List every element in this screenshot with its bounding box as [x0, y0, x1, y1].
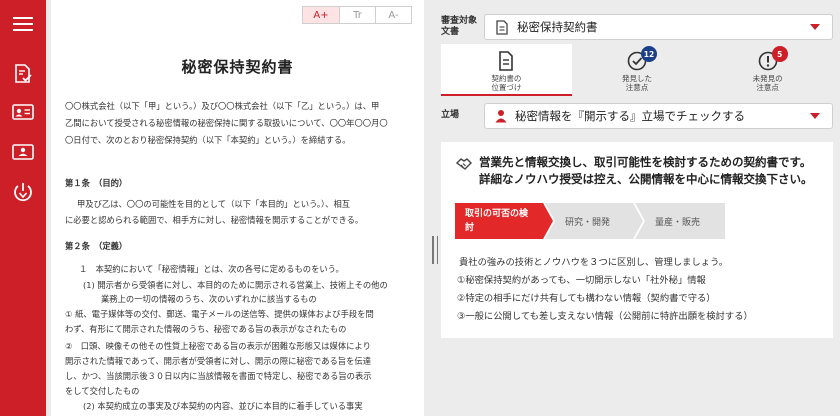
menu-button[interactable]: [0, 4, 46, 44]
document-title: 秘密保持契約書: [181, 58, 294, 76]
chevron-down-icon: [810, 24, 820, 30]
font-size-toolbar: A+ Tr A-: [302, 6, 412, 24]
profile-card-icon: [12, 144, 34, 160]
article-2-heading: 第２条 （定義）: [65, 241, 128, 251]
person-icon: [495, 110, 507, 123]
hamburger-icon: [13, 17, 33, 31]
intro-line: 〇日付で、次のとおり秘密保持契約（以下「本契約」という。）を締結する。: [65, 135, 351, 145]
contact-card-button[interactable]: [0, 92, 46, 132]
target-document-label: 審査対象 文書: [441, 16, 478, 37]
advice-headline: 営業先と情報交換し、取引可能性を検討するための契約書です。 詳細なノウハウ授受は控…: [479, 154, 813, 188]
advice-headline-line: 詳細なノウハウ授受は控え、公開情報を中心に情報交換下さい。: [479, 172, 813, 186]
font-large-button[interactable]: A+: [303, 7, 339, 23]
position-value: 秘密情報を『開示する』立場でチェックする: [515, 109, 745, 123]
advice-headline-line: 営業先と情報交換し、取引可能性を検討するための契約書です。: [479, 155, 812, 169]
article-2-line: わず、有形にて開示された情報のうち、秘密である旨の表示がなされたもの: [65, 324, 347, 334]
panel-resize-handle[interactable]: [432, 236, 438, 264]
unfound-issues-badge: 5: [771, 46, 788, 62]
id-card-icon: [12, 104, 34, 120]
article-2-line: １ 本契約において「秘密情報」とは、次の各号に定めるものをいう。: [79, 264, 344, 274]
logout-button[interactable]: [0, 172, 46, 212]
tab-contract-positioning[interactable]: 契約書の 位置づけ: [441, 44, 572, 96]
contract-review-button[interactable]: [0, 54, 46, 94]
position-select[interactable]: 秘密情報を『開示する』立場でチェックする: [484, 103, 833, 129]
tab-label: 未発見の 注意点: [752, 74, 783, 92]
step-mass-production-sales: 量産・販売: [635, 203, 725, 239]
advice-body-line: ①秘密保持契約があっても、一切開示しない「社外秘」情報: [457, 275, 706, 286]
document-icon: [496, 19, 508, 35]
chevron-down-icon: [810, 113, 820, 119]
advice-body-line: ②特定の相手にだけ共有しても構わない情報（契約書で守る）: [457, 293, 716, 304]
document-viewer: A+ Tr A- 秘密保持契約書 〇〇株式会社（以下「甲」という。）及び〇〇株式…: [51, 0, 424, 416]
step-deal-feasibility: 取引の可否の検 討: [455, 203, 553, 239]
profile-card-button[interactable]: [0, 132, 46, 172]
article-2-line: (2) 本契約成立の事実及び本契約の内容、並びに本目的に着手している事実: [83, 401, 363, 411]
tab-label: 発見した 注意点: [622, 74, 652, 92]
intro-line: 乙間において授受される秘密情報の秘密保持に関する取扱いについて、〇〇年〇〇月〇: [65, 118, 388, 128]
logout-icon: [14, 183, 32, 202]
found-issues-badge: 12: [641, 46, 657, 62]
font-small-button[interactable]: A-: [375, 7, 411, 23]
document-check-icon: [15, 64, 32, 83]
position-label: 立場: [441, 110, 460, 120]
advice-card: 営業先と情報交換し、取引可能性を検討するための契約書です。 詳細なノウハウ授受は控…: [441, 142, 833, 338]
sidebar: [0, 0, 46, 416]
deal-stage-steps: 取引の可否の検 討 研究・開発 量産・販売: [455, 203, 725, 239]
step-research-development: 研究・開発: [545, 203, 643, 239]
article-1-line: に必要と認められる範囲で、相手方に対し、秘密情報を開示することができる。: [65, 215, 364, 225]
font-normal-button[interactable]: Tr: [339, 7, 375, 23]
article-1-line: 甲及び乙は、〇〇の可能性を目的として（以下「本目的」という。）、相互: [77, 199, 351, 209]
document-icon: [499, 51, 514, 71]
target-document-select[interactable]: 秘密保持契約書: [484, 14, 833, 40]
target-document-value: 秘密保持契約書: [517, 20, 598, 34]
advice-body-line: 貴社の強みの技術とノウハウを３つに区別し、管理しましょう。: [459, 257, 729, 268]
tab-label: 契約書の 位置づけ: [491, 74, 522, 92]
tab-unfound-issues[interactable]: 5 未発見の 注意点: [702, 44, 833, 96]
advice-body-line: ③一般に公開しても差し支えない情報（公開前に特許出願を検討する）: [457, 311, 753, 322]
intro-line: 〇〇株式会社（以下「甲」という。）及び〇〇株式会社（以下「乙」という。）は、甲: [65, 101, 380, 111]
review-tabs: 契約書の 位置づけ 12 発見した 注意点 5 未発見の 注意点: [441, 44, 833, 96]
tab-found-issues[interactable]: 12 発見した 注意点: [572, 44, 703, 96]
handshake-icon: [455, 158, 472, 170]
article-1-heading: 第１条 （目的）: [65, 178, 128, 188]
